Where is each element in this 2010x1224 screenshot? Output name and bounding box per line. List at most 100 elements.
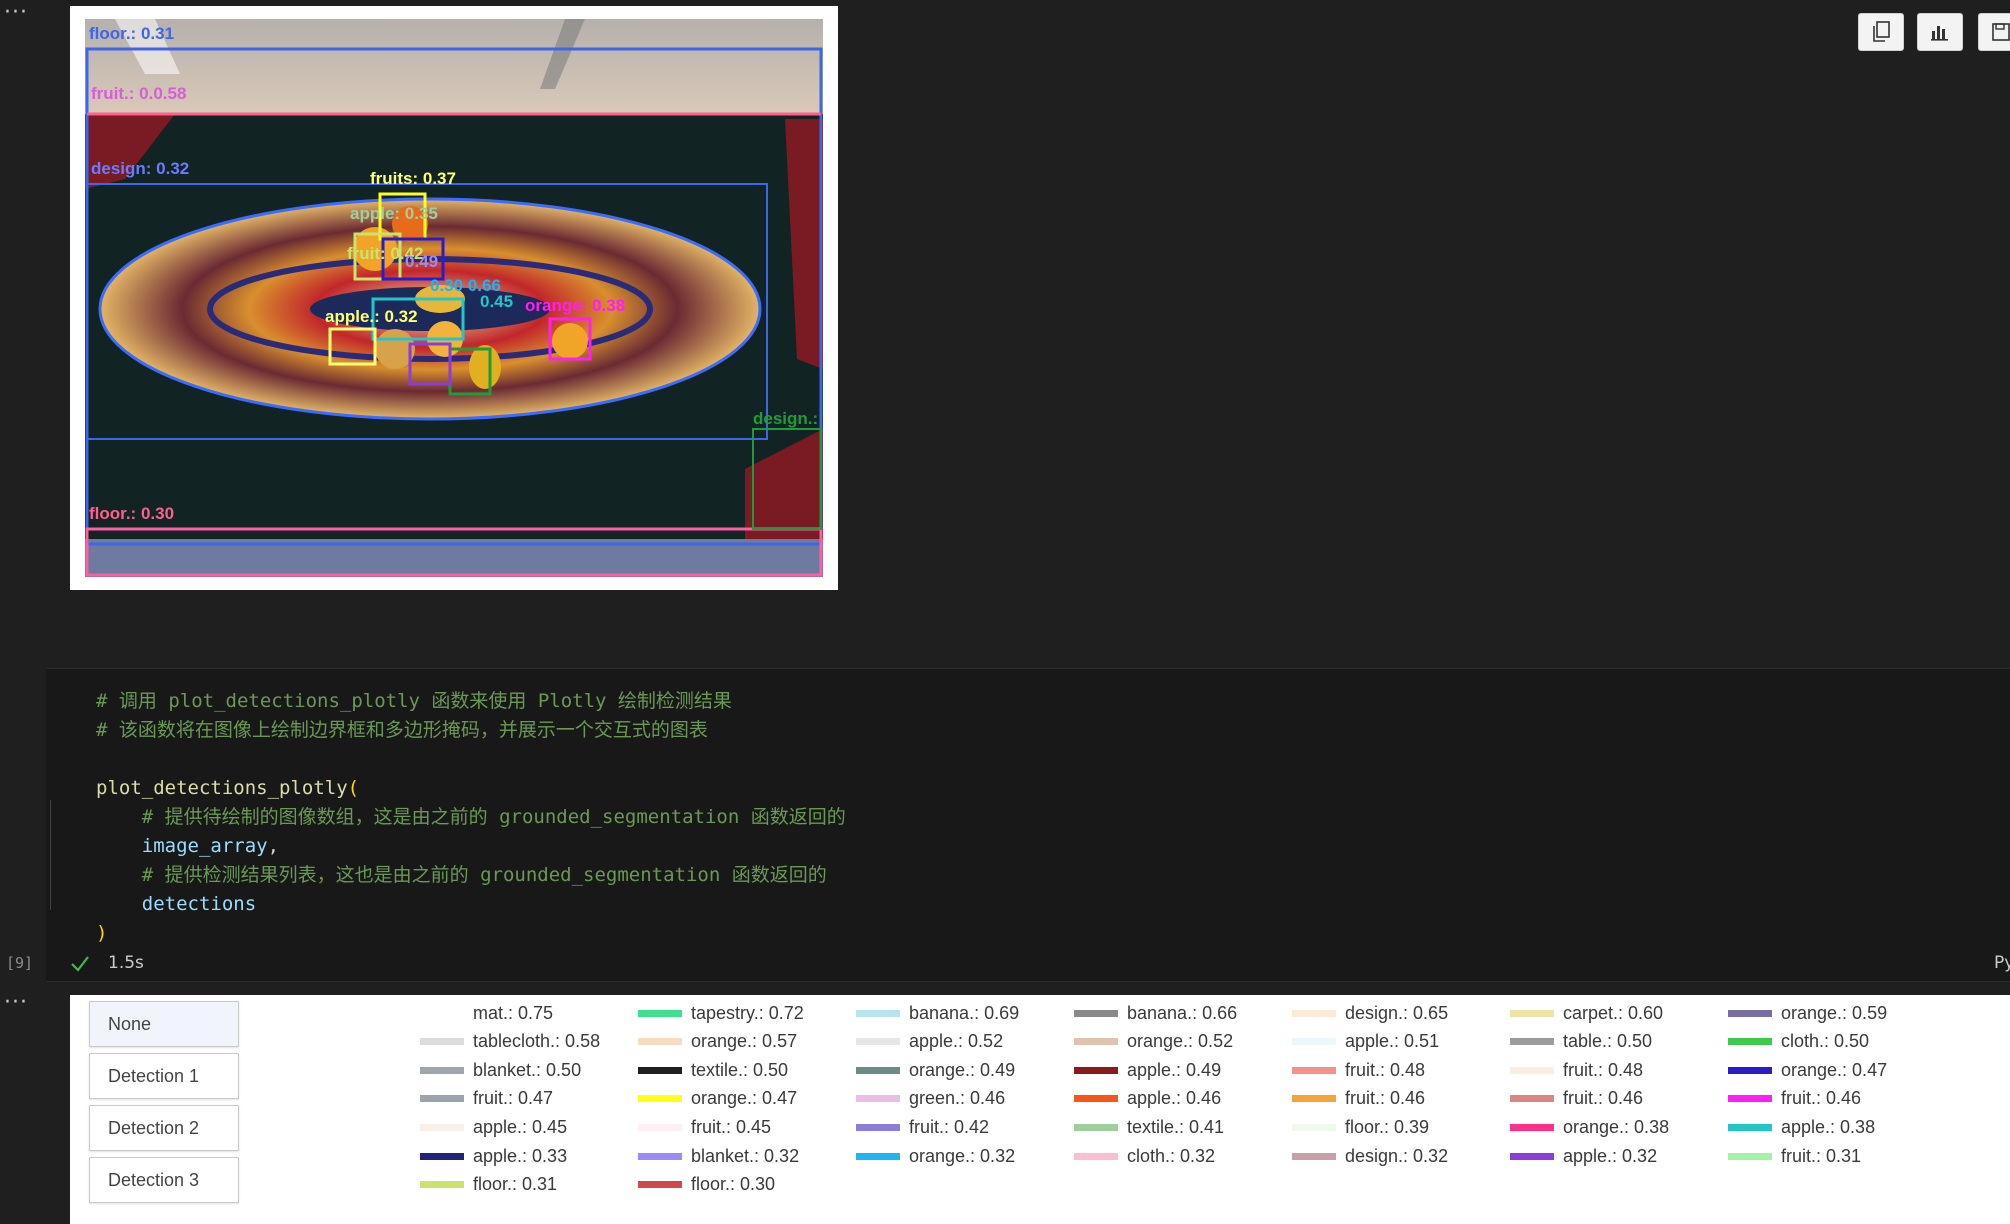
image-label: fruit.: 0.0.58: [91, 84, 186, 103]
legend-label: orange.: 0.32: [909, 1145, 1016, 1166]
legend-item[interactable]: fruit.: 0.31: [1728, 1143, 1861, 1169]
legend-label: orange.: 0.38: [1563, 1116, 1670, 1137]
legend-item[interactable]: cloth.: 0.32: [1074, 1143, 1215, 1169]
button-none[interactable]: None: [89, 1001, 239, 1047]
legend-item[interactable]: apple.: 0.52: [856, 1029, 1003, 1055]
legend-item[interactable]: orange.: 0.47: [638, 1086, 797, 1112]
legend-label: floor.: 0.30: [691, 1174, 776, 1195]
legend-item[interactable]: table.: 0.50: [1510, 1029, 1652, 1055]
code-cell[interactable]: # 调用 plot_detections_plotly 函数来使用 Plotly…: [46, 668, 2010, 982]
legend-item[interactable]: fruit.: 0.48: [1292, 1057, 1425, 1083]
legend-item[interactable]: apple.: 0.46: [1074, 1086, 1221, 1112]
legend-swatch: [638, 1038, 682, 1046]
legend-item[interactable]: cloth.: 0.50: [1728, 1029, 1869, 1055]
image-label: orange: 0.38: [525, 296, 625, 315]
image-label: apple.: 0.32: [325, 307, 418, 326]
legend-swatch: [1510, 1066, 1554, 1074]
legend-item[interactable]: textile.: 0.50: [638, 1057, 788, 1083]
legend-item[interactable]: floor.: 0.31: [420, 1172, 557, 1198]
legend-label: fruit.: 0.31: [1781, 1145, 1862, 1166]
legend-label: mat.: 0.75: [473, 1002, 554, 1023]
image-label: design: 0.32: [91, 159, 189, 178]
legend-swatch: [1074, 1038, 1118, 1046]
ceiling-region: [85, 19, 823, 114]
legend-item[interactable]: tablecloth.: 0.58: [420, 1029, 600, 1055]
legend-item[interactable]: orange.: 0.47: [1728, 1057, 1887, 1083]
legend-swatch: [638, 1066, 682, 1074]
legend-label: cloth.: 0.50: [1781, 1031, 1870, 1052]
legend-item[interactable]: carpet.: 0.60: [1510, 1000, 1663, 1026]
legend-swatch: [420, 1009, 464, 1017]
legend-item[interactable]: blanket.: 0.32: [638, 1143, 799, 1169]
legend-item[interactable]: fruit.: 0.45: [638, 1114, 771, 1140]
kernel-language[interactable]: Py: [1994, 953, 2010, 973]
legend-swatch: [1728, 1095, 1772, 1103]
legend-item[interactable]: fruit.: 0.48: [1510, 1057, 1643, 1083]
legend-item[interactable]: apple.: 0.49: [1074, 1057, 1221, 1083]
legend-item[interactable]: fruit.: 0.46: [1292, 1086, 1425, 1112]
legend-item[interactable]: floor.: 0.39: [1292, 1114, 1429, 1140]
legend-label: apple.: 0.33: [473, 1145, 568, 1166]
legend-item[interactable]: orange.: 0.52: [1074, 1029, 1233, 1055]
legend-swatch: [1728, 1152, 1772, 1160]
legend-item[interactable]: fruit.: 0.46: [1510, 1086, 1643, 1112]
legend-swatch: [1074, 1066, 1118, 1074]
legend-item[interactable]: blanket.: 0.50: [420, 1057, 581, 1083]
legend-item[interactable]: apple.: 0.45: [420, 1114, 567, 1140]
legend-label: orange.: 0.47: [691, 1088, 798, 1109]
legend-item[interactable]: design.: 0.32: [1292, 1143, 1448, 1169]
output-menu-dots[interactable]: ···: [4, 2, 28, 24]
legend-label: floor.: 0.31: [473, 1174, 558, 1195]
legend-item[interactable]: green.: 0.46: [856, 1086, 1005, 1112]
legend-item[interactable]: apple.: 0.32: [1510, 1143, 1657, 1169]
legend-swatch: [1074, 1152, 1118, 1160]
code-comment: # 提供检测结果列表，这也是由之前的 grounded_segmentation…: [141, 864, 827, 886]
image-label: fruits: 0.37: [370, 169, 456, 188]
button-detection-2[interactable]: Detection 2: [89, 1105, 239, 1151]
legend-item[interactable]: orange.: 0.32: [856, 1143, 1015, 1169]
button-detection-3[interactable]: Detection 3: [89, 1157, 239, 1203]
legend-item[interactable]: orange.: 0.49: [856, 1057, 1015, 1083]
legend-item[interactable]: banana.: 0.69: [856, 1000, 1019, 1026]
open-in-chart-button[interactable]: [1917, 13, 1963, 51]
legend-swatch: [856, 1009, 900, 1017]
legend-item[interactable]: design.: 0.65: [1292, 1000, 1448, 1026]
close-paren: ): [96, 922, 108, 944]
legend-item[interactable]: mat.: 0.75: [420, 1000, 553, 1026]
legend-item[interactable]: fruit.: 0.42: [856, 1114, 989, 1140]
legend-label: fruit.: 0.46: [1345, 1088, 1426, 1109]
legend-label: fruit.: 0.45: [691, 1116, 772, 1137]
legend-item[interactable]: floor.: 0.30: [638, 1172, 775, 1198]
legend-label: floor.: 0.39: [1345, 1116, 1430, 1137]
legend-item[interactable]: fruit.: 0.47: [420, 1086, 553, 1112]
output-menu-dots[interactable]: ···: [4, 992, 28, 1014]
legend-label: apple.: 0.49: [1127, 1059, 1222, 1080]
legend-swatch: [638, 1152, 682, 1160]
legend-label: fruit.: 0.48: [1345, 1059, 1426, 1080]
legend-label: banana.: 0.69: [909, 1002, 1020, 1023]
legend-item[interactable]: fruit.: 0.46: [1728, 1086, 1861, 1112]
legend-swatch: [638, 1095, 682, 1103]
legend-item[interactable]: orange.: 0.57: [638, 1029, 797, 1055]
copy-output-button[interactable]: [1858, 13, 1904, 51]
legend-label: green.: 0.46: [909, 1088, 1006, 1109]
legend-swatch: [1510, 1095, 1554, 1103]
legend-swatch: [1510, 1123, 1554, 1131]
legend-item[interactable]: apple.: 0.38: [1728, 1114, 1875, 1140]
button-detection-1[interactable]: Detection 1: [89, 1053, 239, 1099]
code-editor[interactable]: # 调用 plot_detections_plotly 函数来使用 Plotly…: [96, 687, 846, 948]
legend-item[interactable]: apple.: 0.51: [1292, 1029, 1439, 1055]
save-output-button[interactable]: [1978, 13, 2010, 51]
legend-item[interactable]: orange.: 0.38: [1510, 1114, 1669, 1140]
legend-item[interactable]: tapestry.: 0.72: [638, 1000, 804, 1026]
legend-label: fruit.: 0.48: [1563, 1059, 1644, 1080]
legend-label: orange.: 0.49: [909, 1059, 1016, 1080]
legend-item[interactable]: textile.: 0.41: [1074, 1114, 1224, 1140]
legend-swatch: [420, 1152, 464, 1160]
legend-swatch: [1292, 1038, 1336, 1046]
legend-item[interactable]: apple.: 0.33: [420, 1143, 567, 1169]
legend-item[interactable]: orange.: 0.59: [1728, 1000, 1887, 1026]
legend-item[interactable]: banana.: 0.66: [1074, 1000, 1237, 1026]
legend-swatch: [1728, 1009, 1772, 1017]
comma: ,: [267, 835, 280, 857]
